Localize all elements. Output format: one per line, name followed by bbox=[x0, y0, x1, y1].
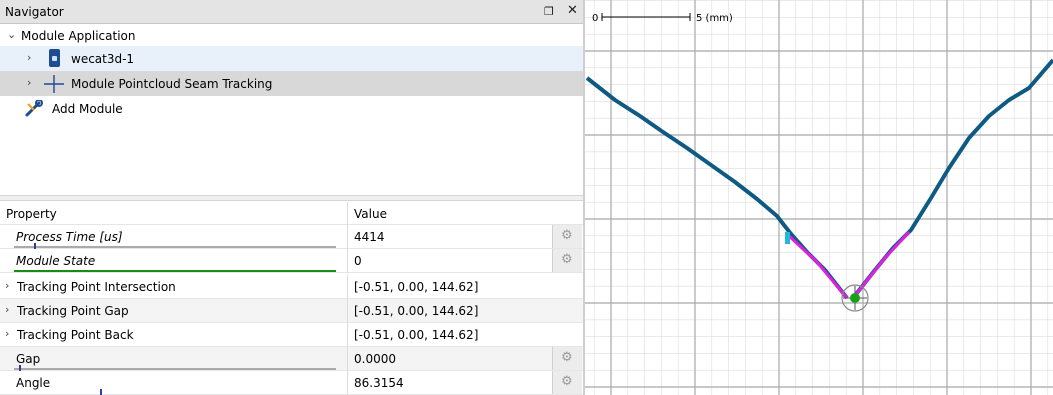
process-time-bar bbox=[14, 243, 336, 249]
tree-item-seam-tracking[interactable]: › Module Pointcloud Seam Tracking bbox=[0, 71, 583, 96]
scale-end-label: 5 (mm) bbox=[696, 13, 733, 24]
chevron-down-icon[interactable]: ⌄ bbox=[7, 28, 16, 41]
wrench-screwdriver-icon bbox=[25, 100, 43, 117]
crosshair-icon bbox=[44, 75, 64, 93]
sensor-device-icon bbox=[49, 49, 60, 67]
tracking-point bbox=[850, 293, 860, 303]
module-state-bar bbox=[14, 270, 336, 272]
property-row-tracking-point-back[interactable]: › Tracking Point Back [-0.51, 0.00, 144.… bbox=[0, 323, 583, 347]
property-value[interactable]: 0 bbox=[354, 254, 362, 268]
fit-line-left bbox=[787, 234, 849, 299]
tree-item-label: Add Module bbox=[52, 102, 123, 116]
property-row-tracking-point-intersection[interactable]: › Tracking Point Intersection [-0.51, 0.… bbox=[0, 275, 583, 299]
property-name: Gap bbox=[16, 352, 41, 366]
property-name: Tracking Point Intersection bbox=[17, 280, 176, 294]
scale-start-label: 0 bbox=[592, 13, 598, 24]
segment-marker bbox=[785, 232, 790, 244]
property-value[interactable]: 4414 bbox=[354, 230, 385, 244]
float-window-icon[interactable]: ❐ bbox=[544, 5, 554, 18]
chevron-right-icon[interactable]: › bbox=[27, 51, 31, 64]
property-name: Tracking Point Back bbox=[17, 328, 134, 342]
property-row-module-state[interactable]: Module State 0 ⚙ bbox=[0, 249, 583, 273]
chevron-right-icon[interactable]: › bbox=[5, 327, 9, 340]
property-name: Tracking Point Gap bbox=[17, 304, 129, 318]
tree-item-module-application[interactable]: ⌄ Module Application bbox=[0, 26, 583, 46]
pointcloud-plot[interactable]: 0 5 (mm) bbox=[583, 0, 1053, 395]
tree-item-label: Module Pointcloud Seam Tracking bbox=[71, 77, 273, 91]
gear-icon[interactable]: ⚙ bbox=[552, 371, 582, 394]
navigator-panel: Navigator ❐ ✕ ⌄ Module Application › wec… bbox=[0, 0, 583, 395]
gap-bar bbox=[14, 365, 336, 371]
property-value[interactable]: [-0.51, 0.00, 144.62] bbox=[354, 280, 478, 294]
plot-grid bbox=[585, 0, 1053, 395]
property-row-tracking-point-gap[interactable]: › Tracking Point Gap [-0.51, 0.00, 144.6… bbox=[0, 299, 583, 323]
property-value[interactable]: 0.0000 bbox=[354, 352, 396, 366]
tree-item-label: wecat3d-1 bbox=[71, 52, 135, 66]
navigator-title: Navigator bbox=[5, 5, 64, 19]
navigator-titlebar: Navigator ❐ ✕ bbox=[0, 0, 583, 24]
gear-icon[interactable]: ⚙ bbox=[552, 225, 582, 248]
gear-icon[interactable]: ⚙ bbox=[552, 347, 582, 370]
chevron-right-icon[interactable]: › bbox=[27, 76, 31, 89]
property-name: Module State bbox=[16, 254, 96, 268]
angle-marker bbox=[100, 389, 102, 395]
profile-line-left bbox=[585, 76, 849, 300]
close-icon[interactable]: ✕ bbox=[567, 3, 578, 18]
property-name: Angle bbox=[16, 376, 51, 390]
property-value[interactable]: [-0.51, 0.00, 144.62] bbox=[354, 328, 478, 342]
property-column-header: Property bbox=[6, 207, 57, 221]
tree-item-wecat3d[interactable]: › wecat3d-1 bbox=[0, 46, 583, 71]
panel-splitter[interactable] bbox=[0, 195, 583, 201]
property-name: Process Time [us] bbox=[16, 230, 123, 244]
property-row-angle[interactable]: Angle 86.3154 ⚙ bbox=[0, 371, 583, 395]
chevron-right-icon[interactable]: › bbox=[5, 303, 9, 316]
plot-canvas[interactable]: 0 5 (mm) bbox=[585, 0, 1053, 395]
property-value[interactable]: 86.3154 bbox=[354, 376, 404, 390]
add-module-button[interactable]: Add Module bbox=[0, 98, 583, 122]
property-row-gap[interactable]: Gap 0.0000 ⚙ bbox=[0, 347, 583, 371]
value-column-header: Value bbox=[354, 207, 387, 221]
gear-icon[interactable]: ⚙ bbox=[552, 249, 582, 272]
property-header: Property Value bbox=[0, 202, 583, 226]
angle-bar bbox=[14, 389, 336, 395]
property-value[interactable]: [-0.51, 0.00, 144.62] bbox=[354, 304, 478, 318]
tree-item-label: Module Application bbox=[21, 29, 136, 43]
fit-line-right bbox=[851, 230, 911, 299]
property-row-process-time[interactable]: Process Time [us] 4414 ⚙ bbox=[0, 225, 583, 249]
chevron-right-icon[interactable]: › bbox=[5, 279, 9, 292]
